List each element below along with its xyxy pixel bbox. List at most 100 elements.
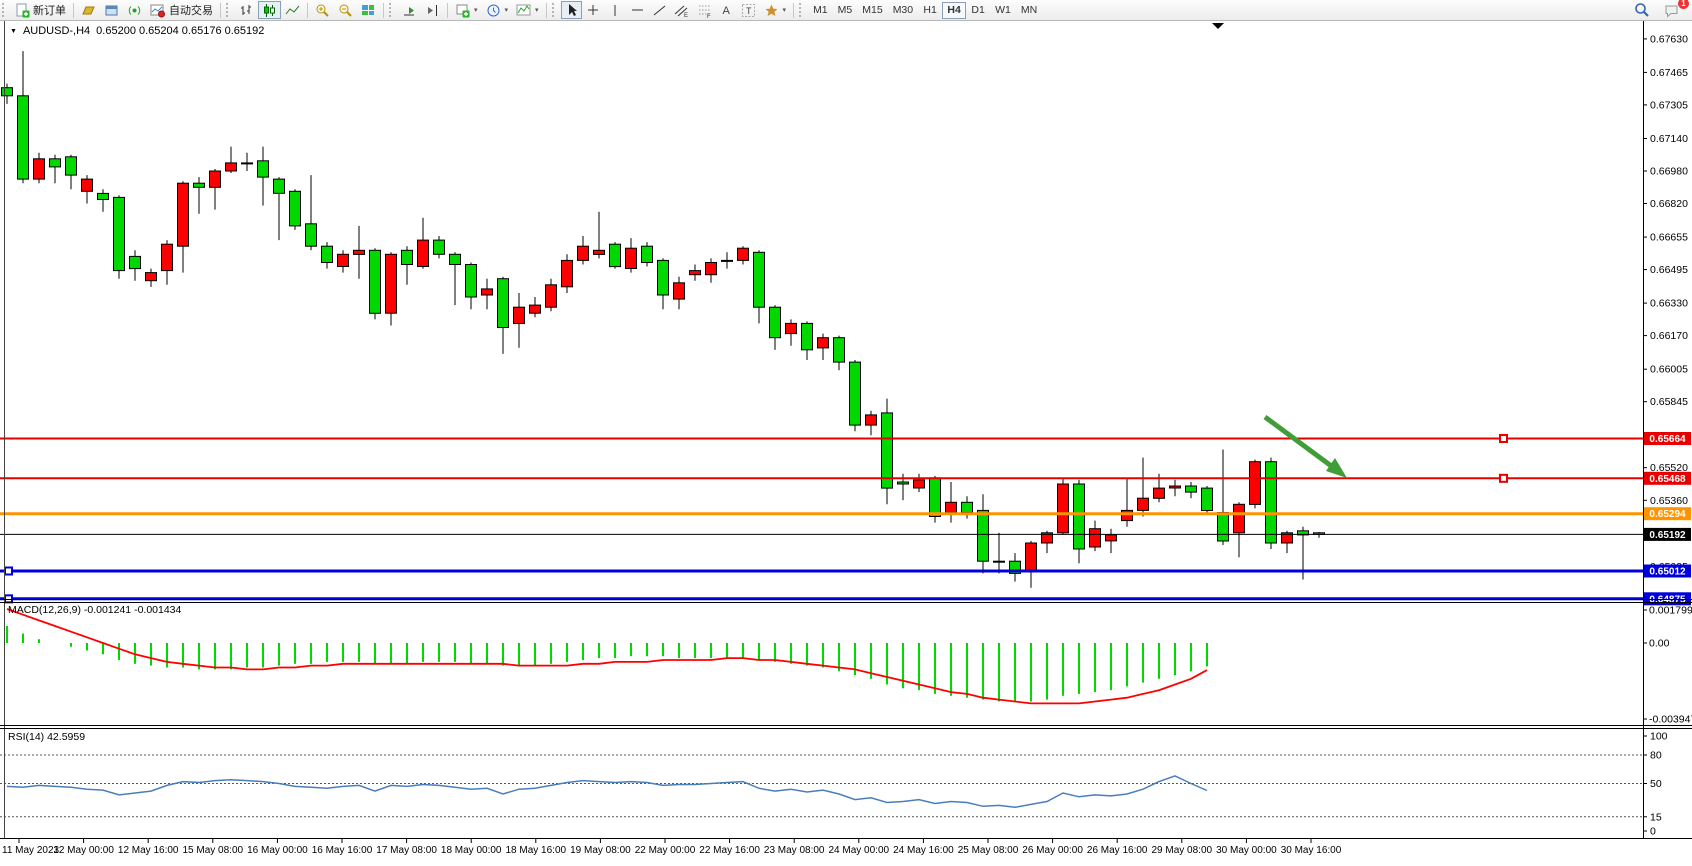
notification-badge: 1: [1678, 0, 1689, 9]
tile-windows-button[interactable]: [357, 1, 380, 19]
macd-indicator-label: MACD(12,26,9) -0.001241 -0.001434: [8, 604, 181, 616]
zoom-in-button[interactable]: [311, 1, 334, 19]
search-button[interactable]: [1630, 1, 1654, 19]
svg-text:25 May 08:00: 25 May 08:00: [958, 845, 1019, 856]
text-label-tool-button[interactable]: T: [737, 1, 760, 19]
separator: [383, 3, 384, 18]
notifications-button[interactable]: 1: [1660, 1, 1684, 19]
timeframe-button-D1[interactable]: D1: [966, 2, 990, 19]
bar-chart-button[interactable]: [235, 1, 258, 19]
svg-text:50: 50: [1650, 778, 1662, 790]
svg-text:0.66170: 0.66170: [1650, 330, 1688, 342]
trendline-icon: [652, 3, 666, 17]
svg-text:0.65360: 0.65360: [1650, 495, 1688, 507]
svg-text:12 May 16:00: 12 May 16:00: [118, 845, 179, 856]
timeframe-button-M30[interactable]: M30: [888, 2, 918, 19]
svg-text:22 May 16:00: 22 May 16:00: [699, 845, 760, 856]
signals-button[interactable]: [123, 1, 146, 19]
separator: [447, 3, 448, 18]
arrows-tool-button[interactable]: ▾: [760, 1, 791, 19]
svg-text:80: 80: [1650, 750, 1662, 762]
svg-text:22 May 00:00: 22 May 00:00: [635, 845, 696, 856]
svg-text:15 May 08:00: 15 May 08:00: [182, 845, 243, 856]
symbol-timeframe-label: AUDUSD-,H4: [23, 25, 90, 37]
svg-text:0.67630: 0.67630: [1650, 33, 1688, 45]
toolbar-grip: [226, 3, 233, 17]
crosshair-tool-button[interactable]: [582, 1, 604, 19]
toolbar-right-group: 1: [1630, 1, 1692, 19]
svg-text:0.66495: 0.66495: [1650, 264, 1688, 276]
data-window-icon: [104, 3, 119, 18]
equidistant-channel-icon: E: [674, 3, 689, 18]
period-button[interactable]: ▾: [482, 1, 513, 19]
svg-text:0.67140: 0.67140: [1650, 133, 1688, 145]
horizontal-line-tool-button[interactable]: [626, 1, 648, 19]
candlestick-chart-button[interactable]: [258, 1, 281, 19]
separator: [220, 3, 221, 18]
svg-text:30 May 16:00: 30 May 16:00: [1281, 845, 1342, 856]
svg-text:0.65664: 0.65664: [1649, 434, 1686, 445]
channel-tool-button[interactable]: E: [670, 1, 693, 19]
timeframe-button-W1[interactable]: W1: [990, 2, 1016, 19]
svg-text:11 May 2023: 11 May 2023: [2, 845, 60, 856]
svg-text:24 May 16:00: 24 May 16:00: [893, 845, 954, 856]
new-order-button[interactable]: 新订单: [11, 1, 70, 19]
new-chart-button[interactable]: ▾: [451, 1, 482, 19]
svg-text:17 May 08:00: 17 May 08:00: [376, 845, 437, 856]
autotrading-icon: [150, 3, 166, 18]
timeframe-button-M5[interactable]: M5: [833, 2, 858, 19]
svg-text:18 May 16:00: 18 May 16:00: [505, 845, 566, 856]
dropdown-arrow-icon: ▾: [505, 6, 509, 14]
timeframe-button-M15[interactable]: M15: [857, 2, 887, 19]
zoom-out-button[interactable]: [334, 1, 357, 19]
timeframe-button-H4[interactable]: H4: [942, 2, 966, 19]
cursor-icon: [565, 3, 578, 17]
chart-collapse-icon[interactable]: ▼: [10, 28, 17, 35]
vertical-line-tool-button[interactable]: [604, 1, 626, 19]
bar-chart-icon: [239, 3, 254, 18]
svg-text:0.65845: 0.65845: [1650, 396, 1688, 408]
market-watch-button[interactable]: [77, 1, 100, 19]
text-label-icon: T: [741, 3, 756, 18]
chart-window[interactable]: 0.676300.674650.673050.671400.669800.668…: [0, 0, 1692, 861]
new-order-icon: [15, 3, 30, 18]
data-window-button[interactable]: [100, 1, 123, 19]
auto-scroll-icon: [402, 3, 417, 18]
clock-icon: [486, 3, 501, 18]
svg-text:0.66820: 0.66820: [1650, 198, 1688, 210]
main-toolbar: 新订单 自动交易 ▾ ▾ ▾ E F A T ▾ M1M5M15M30H1H4D…: [0, 0, 1692, 21]
fibonacci-tool-button[interactable]: F: [693, 1, 716, 19]
svg-text:29 May 08:00: 29 May 08:00: [1151, 845, 1212, 856]
zoom-out-icon: [338, 3, 353, 18]
chart-title: ▼ AUDUSD-,H4 0.65200 0.65204 0.65176 0.6…: [10, 25, 264, 37]
auto-scroll-button[interactable]: [398, 1, 421, 19]
svg-text:26 May 16:00: 26 May 16:00: [1087, 845, 1148, 856]
chart-shift-button[interactable]: [421, 1, 444, 19]
separator: [546, 3, 547, 18]
zoom-in-icon: [315, 3, 330, 18]
timeframe-button-M1[interactable]: M1: [808, 2, 833, 19]
timeframe-group: M1M5M15M30H1H4D1W1MN: [808, 2, 1042, 19]
line-chart-button[interactable]: [281, 1, 304, 19]
svg-text:0.65294: 0.65294: [1649, 509, 1686, 520]
svg-text:0.66330: 0.66330: [1650, 298, 1688, 310]
price-chart-svg[interactable]: 0.676300.674650.673050.671400.669800.668…: [0, 0, 1692, 861]
svg-text:16 May 00:00: 16 May 00:00: [247, 845, 308, 856]
svg-text:0.66655: 0.66655: [1650, 232, 1688, 244]
svg-text:16 May 16:00: 16 May 16:00: [312, 845, 373, 856]
dropdown-arrow-icon: ▾: [535, 6, 539, 14]
text-tool-button[interactable]: A: [716, 1, 737, 19]
svg-text:-0.003947: -0.003947: [1649, 714, 1692, 726]
svg-text:0.67305: 0.67305: [1650, 99, 1688, 111]
svg-text:T: T: [746, 6, 752, 16]
svg-text:E: E: [684, 13, 688, 18]
line-chart-icon: [285, 3, 300, 18]
timeframe-button-MN[interactable]: MN: [1016, 2, 1042, 19]
timeframe-button-H1[interactable]: H1: [918, 2, 942, 19]
cursor-tool-button[interactable]: [561, 1, 582, 19]
horizontal-line-icon: [630, 3, 644, 17]
autotrading-button[interactable]: 自动交易: [146, 1, 217, 19]
indicators-button[interactable]: ▾: [512, 1, 543, 19]
trendline-tool-button[interactable]: [648, 1, 670, 19]
signals-icon: [127, 3, 142, 18]
